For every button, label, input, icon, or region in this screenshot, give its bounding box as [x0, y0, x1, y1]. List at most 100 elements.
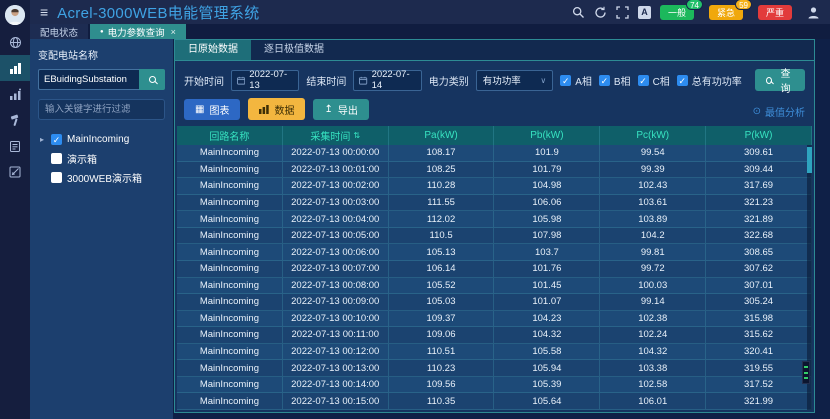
table-cell: MainIncoming [177, 178, 283, 194]
table-cell: MainIncoming [177, 211, 283, 227]
report-chart-nav[interactable] [0, 81, 30, 107]
table-cell: 105.98 [494, 211, 600, 227]
table-cell: 104.32 [494, 327, 600, 343]
tree-node-3000web-demo-box[interactable]: ✓ 3000WEB演示箱 [38, 168, 165, 187]
alarm-level-general-button[interactable]: 一般 74 [660, 5, 694, 20]
table-cell: 308.65 [706, 244, 812, 260]
power-monitor-nav-active[interactable] [0, 55, 30, 81]
user-profile-icon[interactable] [807, 6, 820, 19]
station-panel-title: 变配电站名称 [38, 47, 165, 62]
table-cell: 2022-07-13 00:12:00 [283, 344, 389, 360]
user-avatar[interactable] [5, 5, 25, 25]
tab-power-parameter-query[interactable]: ● 电力参数查询 × [90, 24, 186, 39]
power-category-select[interactable]: 有功功率 ∨ [476, 70, 553, 91]
chart-view-button[interactable]: ▦ 图表 [184, 99, 240, 120]
expand-caret-icon[interactable]: ▸ [38, 135, 46, 144]
document-nav[interactable] [0, 133, 30, 159]
table-cell: 104.98 [494, 178, 600, 194]
menu-toggle-icon[interactable]: ≡ [40, 5, 48, 19]
table-cell: MainIncoming [177, 377, 283, 393]
tab-daily-raw-data[interactable]: 日原始数据 [175, 40, 251, 60]
tree-checkbox[interactable]: ✓ [51, 153, 62, 164]
station-name-input[interactable] [38, 69, 139, 90]
table-cell: 317.52 [706, 377, 812, 393]
chevron-down-icon: ∨ [540, 76, 546, 85]
query-button[interactable]: 查询 [755, 69, 805, 91]
tree-checkbox[interactable]: ✓ [51, 134, 62, 145]
tree-node-demo-box[interactable]: ✓ 演示箱 [38, 149, 165, 168]
table-cell: 109.06 [389, 327, 495, 343]
clock-icon: ⊙ [753, 106, 761, 117]
tab-power-distribution-status[interactable]: 配电状态 [30, 24, 88, 39]
table-cell: 102.24 [600, 327, 706, 343]
phase-c-checkbox[interactable]: ✓ C相 [638, 73, 670, 88]
table-cell: MainIncoming [177, 195, 283, 211]
edit-nav[interactable] [0, 159, 30, 185]
scrollbar-thumb[interactable] [807, 147, 812, 173]
start-date-input[interactable]: 2022-07-13 [231, 70, 299, 91]
table-cell: 2022-07-13 00:13:00 [283, 360, 389, 376]
checkbox-icon: ✓ [677, 75, 688, 86]
sort-icon[interactable]: ⇅ [353, 131, 360, 140]
table-cell: MainIncoming [177, 278, 283, 294]
table-row: MainIncoming2022-07-13 00:04:00112.02105… [177, 211, 812, 228]
tree-filter-input[interactable] [38, 99, 165, 120]
total-active-power-checkbox[interactable]: ✓ 总有功功率 [677, 73, 742, 88]
table-cell: 101.07 [494, 294, 600, 310]
table-cell: 99.39 [600, 162, 706, 178]
column-header-pc[interactable]: Pc(kW) [600, 126, 706, 145]
tree-node-label: 演示箱 [67, 151, 97, 166]
column-header-pa[interactable]: Pa(kW) [389, 126, 495, 145]
table-cell: MainIncoming [177, 145, 283, 161]
query-button-label: 查询 [777, 65, 794, 95]
column-label: P(kW) [745, 130, 773, 141]
table-cell: 108.25 [389, 162, 495, 178]
search-icon [149, 76, 156, 83]
workspace: 变配电站名称 ▸ ✓ MainIncoming ✓ 演示箱 [30, 39, 830, 419]
table-cell: 321.89 [706, 211, 812, 227]
close-tab-icon[interactable]: × [171, 27, 176, 37]
table-cell: 2022-07-13 00:10:00 [283, 311, 389, 327]
table-cell: 309.61 [706, 145, 812, 161]
alarm-level-urgent-button[interactable]: 紧急 59 [709, 5, 743, 20]
phase-b-checkbox[interactable]: ✓ B相 [599, 73, 631, 88]
table-cell: MainIncoming [177, 360, 283, 376]
table-cell: 2022-07-13 00:07:00 [283, 261, 389, 277]
table-row: MainIncoming2022-07-13 00:03:00111.55106… [177, 195, 812, 212]
calendar-icon [237, 76, 245, 85]
active-dot-icon: ● [100, 29, 104, 35]
maintenance-nav[interactable] [0, 107, 30, 133]
language-icon[interactable]: A [638, 6, 651, 19]
table-cell: 319.55 [706, 360, 812, 376]
checkbox-icon: ✓ [638, 75, 649, 86]
table-cell: 107.98 [494, 228, 600, 244]
search-icon[interactable] [572, 6, 585, 19]
table-cell: 99.14 [600, 294, 706, 310]
refresh-icon[interactable] [594, 6, 607, 19]
data-view-button[interactable]: 数据 [248, 98, 305, 120]
portal-icon[interactable] [0, 29, 30, 55]
end-date-input[interactable]: 2022-07-14 [353, 70, 421, 91]
tree-node-main-incoming[interactable]: ▸ ✓ MainIncoming [38, 130, 165, 149]
extreme-value-analysis-link[interactable]: ⊙ 最值分析 [753, 104, 805, 120]
column-header-circuit-name[interactable]: 回路名称 [177, 126, 283, 145]
edit-icon [9, 166, 21, 178]
tree-checkbox[interactable]: ✓ [51, 172, 62, 183]
table-cell: 103.61 [600, 195, 706, 211]
alarm-level-critical-button[interactable]: 严重 [758, 5, 792, 20]
tab-daily-extreme-data[interactable]: 逐日极值数据 [251, 40, 337, 60]
station-search-button[interactable] [139, 69, 165, 90]
table-cell: 110.5 [389, 228, 495, 244]
table-cell: 112.02 [389, 211, 495, 227]
phase-a-checkbox[interactable]: ✓ A相 [560, 73, 592, 88]
fullscreen-icon[interactable] [616, 6, 629, 19]
scroll-marks-widget[interactable] [802, 361, 810, 384]
table-row: MainIncoming2022-07-13 00:05:00110.5107.… [177, 228, 812, 245]
column-header-p[interactable]: P(kW) [706, 126, 812, 145]
table-cell: 104.23 [494, 311, 600, 327]
table-cell: 99.81 [600, 244, 706, 260]
table-cell: 106.14 [389, 261, 495, 277]
column-header-pb[interactable]: Pb(kW) [494, 126, 600, 145]
export-button[interactable]: ↥ 导出 [313, 99, 368, 120]
column-header-collect-time[interactable]: 采集时间 ⇅ [283, 126, 389, 145]
